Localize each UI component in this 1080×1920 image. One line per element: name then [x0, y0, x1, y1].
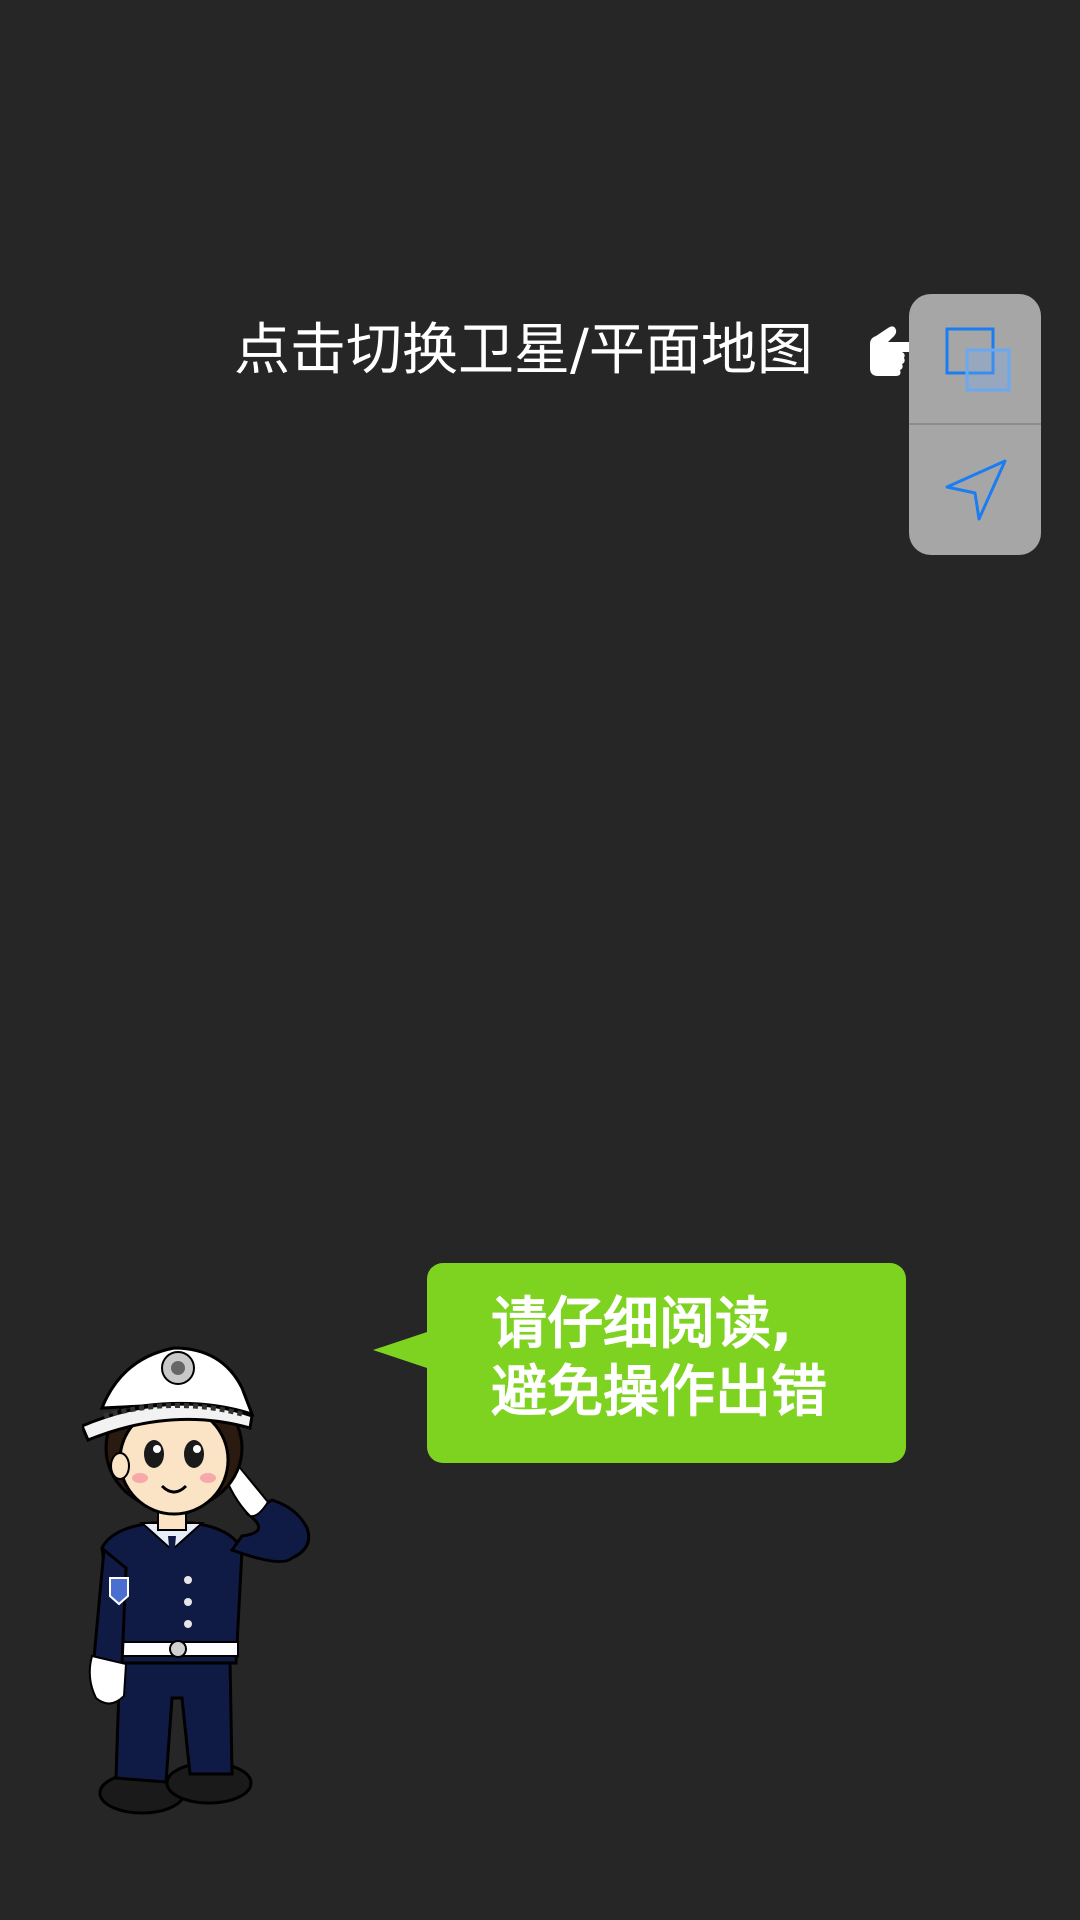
locate-button[interactable]	[909, 425, 1041, 555]
map-layer-toggle-icon	[945, 327, 1011, 392]
navigation-arrow-icon	[945, 459, 1007, 521]
tutorial-overlay[interactable]: 点击切换卫星/平面地图 请仔细阅读, 避免操作出错	[0, 0, 1080, 1920]
map-layer-toggle-button[interactable]	[909, 294, 1041, 424]
speech-line-2: 避免操作出错	[491, 1360, 827, 1425]
speech-line-1: 请仔细阅读,	[491, 1292, 793, 1357]
map-controls-panel	[909, 294, 1041, 555]
police-officer-illustration	[82, 1346, 311, 1815]
speech-bubble: 请仔细阅读, 避免操作出错	[427, 1263, 906, 1463]
map-switch-hint: 点击切换卫星/平面地图	[234, 318, 813, 383]
speech-bubble-tail	[373, 1330, 433, 1370]
